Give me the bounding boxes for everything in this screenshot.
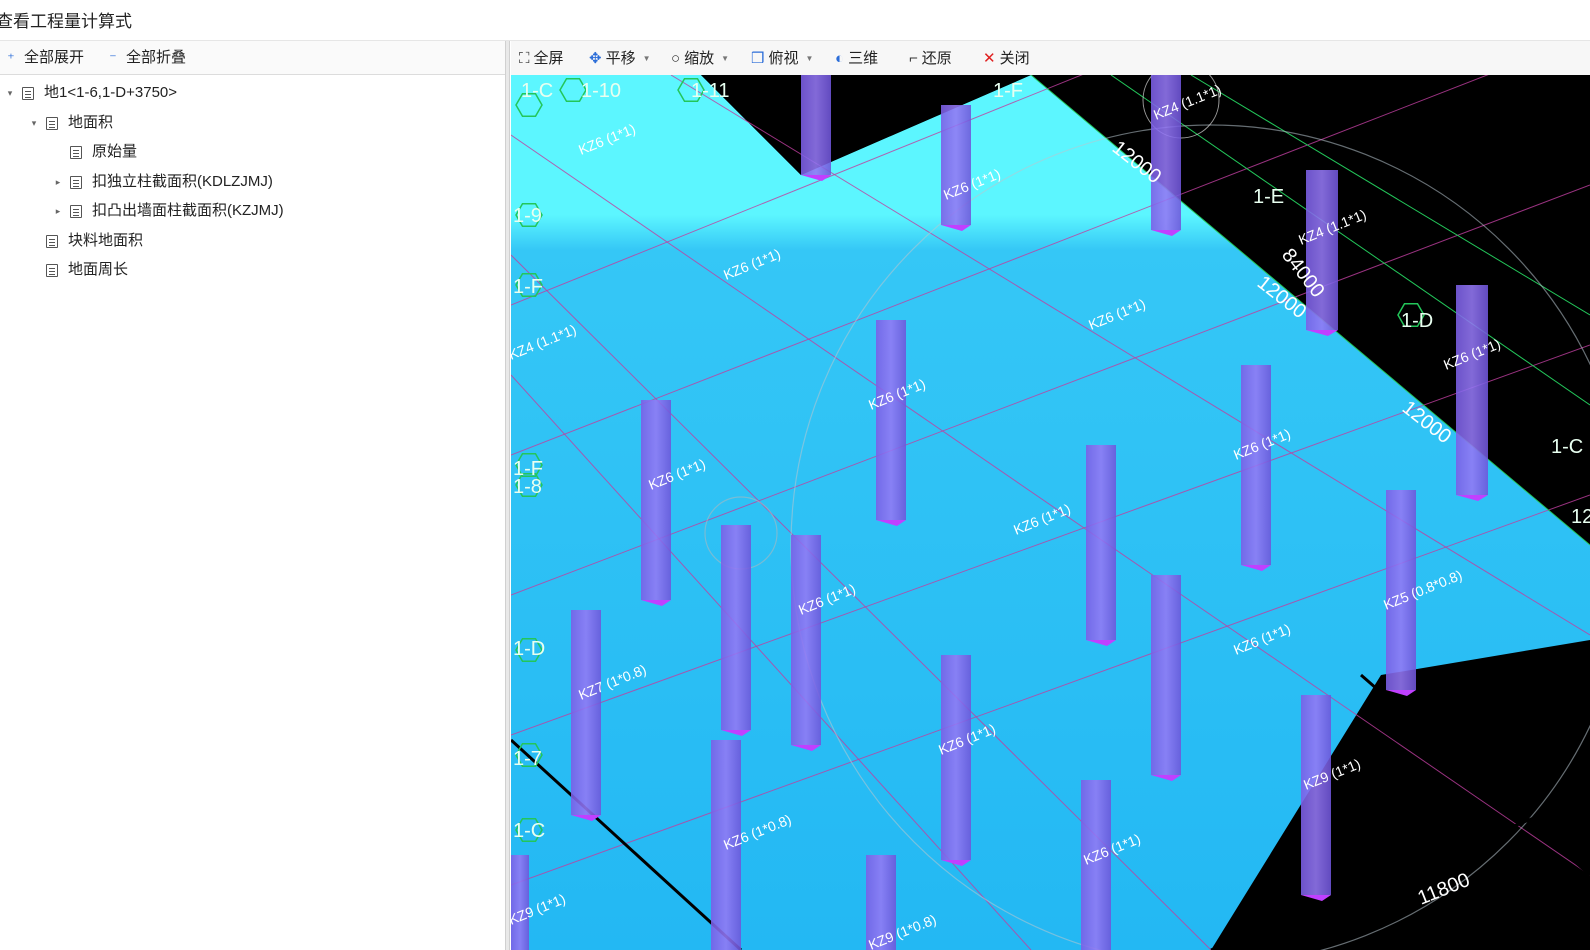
axis-label: 1-7 xyxy=(513,748,542,770)
structural-column[interactable] xyxy=(791,535,821,745)
axis-label: 1-C xyxy=(1551,436,1583,458)
close-button[interactable]: ✕ 关闭 xyxy=(983,48,1030,70)
axis-label: 1-C xyxy=(521,80,553,102)
structural-column[interactable] xyxy=(1306,170,1338,330)
zoom-icon: ○ xyxy=(671,50,681,67)
structural-column[interactable] xyxy=(641,400,671,600)
collapse-all-button[interactable]: ⁻ 全部折叠 xyxy=(106,47,186,69)
3d-scene[interactable]: 1-C 1-10 1-11 1-F1-91-F1-E1-D1-F1-81-D1-71-… xyxy=(511,75,1590,950)
3d-view-button[interactable]: ◐ 三维 xyxy=(835,48,878,70)
collapse-all-label: 全部折叠 xyxy=(126,49,187,66)
expand-arrow-icon[interactable]: ▸ xyxy=(52,170,64,194)
structural-column[interactable] xyxy=(1241,365,1271,565)
chevron-down-icon[interactable]: ▼ xyxy=(805,48,813,70)
structural-column[interactable] xyxy=(571,610,601,815)
panel-splitter[interactable] xyxy=(505,41,510,950)
expand-icon: ⁺ xyxy=(7,50,15,66)
collapse-icon: ⁻ xyxy=(109,50,117,66)
tree-item-label: 扣凸出墙面柱截面积(KZJMJ) xyxy=(92,202,284,219)
axis-label: 1-10 xyxy=(581,80,621,102)
structural-column[interactable] xyxy=(941,655,971,860)
zoom-button[interactable]: ○ 缩放 ▼ xyxy=(671,48,729,70)
tree-item-label: 地1<1-6,1-D+3750> xyxy=(44,84,178,101)
close-label: 关闭 xyxy=(999,50,1030,67)
axis-label: 1-9 xyxy=(513,205,542,227)
chevron-down-icon[interactable]: ▼ xyxy=(643,48,651,70)
axis-label: 1-11 xyxy=(691,80,730,102)
axis-label: 1-F xyxy=(993,80,1023,102)
expand-all-label: 全部展开 xyxy=(24,49,85,66)
formula-tree-panel: ⁺ 全部展开 ⁻ 全部折叠 ▾ 地1<1-6,1-D+3750> ▾ 地面积 原… xyxy=(0,41,505,950)
chevron-down-icon[interactable]: ▼ xyxy=(721,48,729,70)
top-view-button[interactable]: ❒ 俯视 ▼ xyxy=(751,48,813,70)
tree-item-label: 地面周长 xyxy=(68,261,129,278)
tree-item-deduct-wall-column-area[interactable]: ▸ 扣凸出墙面柱截面积(KZJMJ) xyxy=(52,199,284,223)
tree-item-floor[interactable]: ▾ 地1<1-6,1-D+3750> xyxy=(4,81,177,105)
document-icon xyxy=(70,145,82,159)
tree-item-label: 扣独立柱截面积(KDLZJMJ) xyxy=(92,173,273,190)
axis-label: 12 xyxy=(1571,506,1590,528)
expand-arrow-icon[interactable]: ▸ xyxy=(52,199,64,223)
3d-viewport[interactable]: 1-C 1-10 1-11 1-F 1-9 1-F 1-E 1-D 1-F 1-8 1-D 1-7 1-… xyxy=(511,75,1590,950)
close-icon: ✕ xyxy=(983,50,996,67)
fullscreen-button[interactable]: ⛶ 全屏 xyxy=(519,48,564,70)
top-view-label: 俯视 xyxy=(768,50,799,67)
axis-label: 1-E xyxy=(1253,186,1284,208)
axis-label: 1-F xyxy=(513,276,543,298)
expand-arrow-icon[interactable]: ▾ xyxy=(28,111,40,135)
sphere-icon: ◐ xyxy=(835,50,845,67)
structural-column[interactable] xyxy=(1456,285,1488,495)
tree-item-original-quantity[interactable]: 原始量 xyxy=(52,140,137,164)
structural-column[interactable] xyxy=(1151,575,1181,775)
structural-column[interactable] xyxy=(941,105,971,225)
expand-arrow-icon[interactable]: ▾ xyxy=(4,81,16,105)
structural-column[interactable] xyxy=(721,525,751,730)
axis-label: 1-D xyxy=(513,638,545,660)
axis-label: 1-D xyxy=(1401,310,1433,332)
structural-column[interactable] xyxy=(1301,695,1331,895)
document-icon xyxy=(46,116,58,130)
restore-button[interactable]: ⌐ 还原 xyxy=(909,48,952,70)
pan-icon: ✥ xyxy=(589,50,602,67)
axis-label: 1-C xyxy=(513,820,545,842)
axis-label: 1-8 xyxy=(513,476,542,498)
view-toolbar: ⛶ 全屏 ✥ 平移 ▼ ○ 缩放 ▼ ❒ 俯视 ▼ ◐ 三维 ⌐ 还原 ✕ 关闭 xyxy=(511,41,1590,76)
pan-button[interactable]: ✥ 平移 ▼ xyxy=(589,48,651,70)
fullscreen-icon: ⛶ xyxy=(519,50,530,67)
cube-icon: ❒ xyxy=(751,50,765,67)
tree-item-floor-area[interactable]: ▾ 地面积 xyxy=(28,111,113,135)
restore-label: 还原 xyxy=(921,50,952,67)
tree-item-label: 原始量 xyxy=(92,143,138,160)
structural-column[interactable] xyxy=(801,75,831,175)
zoom-label: 缩放 xyxy=(684,50,715,67)
window-title: 查看工程量计算式 xyxy=(0,12,132,31)
document-icon xyxy=(70,204,82,218)
tree-item-deduct-column-area[interactable]: ▸ 扣独立柱截面积(KDLZJMJ) xyxy=(52,170,273,194)
structural-column[interactable] xyxy=(511,855,529,950)
structural-column[interactable] xyxy=(1086,445,1116,640)
document-icon xyxy=(70,175,82,189)
pan-label: 平移 xyxy=(605,50,636,67)
tree-item-label: 地面积 xyxy=(68,114,114,131)
title-bar: 查看工程量计算式 xyxy=(0,0,1590,41)
3d-view-label: 三维 xyxy=(848,50,879,67)
expand-all-button[interactable]: ⁺ 全部展开 xyxy=(4,47,84,69)
document-icon xyxy=(46,263,58,277)
structural-column[interactable] xyxy=(876,320,906,520)
tree-item-label: 块料地面积 xyxy=(68,232,144,249)
tree-toolbar: ⁺ 全部展开 ⁻ 全部折叠 xyxy=(0,41,505,75)
document-icon xyxy=(46,234,58,248)
tree-item-tile-floor-area[interactable]: 块料地面积 xyxy=(28,229,143,253)
fullscreen-label: 全屏 xyxy=(533,50,564,67)
document-icon xyxy=(22,86,34,100)
tree-item-floor-perimeter[interactable]: 地面周长 xyxy=(28,258,128,282)
restore-icon: ⌐ xyxy=(909,50,918,67)
